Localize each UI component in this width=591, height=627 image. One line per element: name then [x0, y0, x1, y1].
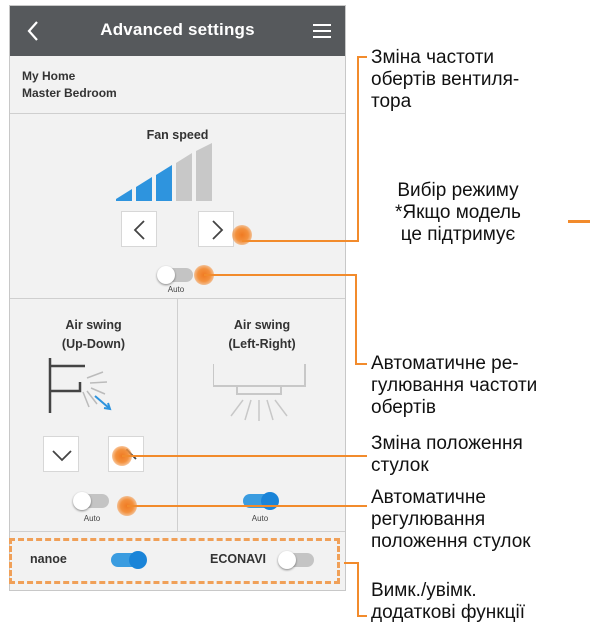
- annotation-auto-fan: Автоматичне ре- гулювання частоти оберті…: [371, 353, 538, 418]
- air-swing-ud-auto-label: Auto: [83, 514, 101, 523]
- room-name: Master Bedroom: [22, 86, 117, 100]
- air-swing-up-down-icon: [48, 358, 112, 413]
- air-swing-ud-auto-toggle[interactable]: [73, 492, 109, 510]
- callout-line: [344, 562, 358, 564]
- callout-line: [355, 274, 357, 364]
- divider: [10, 113, 345, 114]
- annotation-mode-select: Вибір режиму *Якщо модель це підтримує: [395, 180, 521, 245]
- chevron-down-icon: [52, 450, 72, 462]
- fan-speed-increase-button[interactable]: [198, 211, 234, 247]
- air-swing-left-right-icon: [213, 364, 306, 421]
- page-title: Advanced settings: [100, 20, 255, 39]
- air-swing-lr-label: Air swing (Left-Right): [228, 318, 296, 351]
- annotation-fan-change: Зміна частоти обертів вентиля- тора: [371, 47, 520, 112]
- annotation-louver-change: Зміна положення стулок: [371, 433, 523, 476]
- fan-speed-level-icon: [116, 143, 212, 201]
- hamburger-menu-icon[interactable]: [313, 23, 331, 44]
- divider: [10, 531, 345, 532]
- phone-screen: Advanced settings My Home Master Bedroom…: [9, 5, 346, 591]
- fan-auto-toggle[interactable]: [157, 266, 193, 284]
- air-swing-ud-down-button[interactable]: [43, 436, 79, 472]
- callout-line: [355, 363, 367, 365]
- fan-speed-decrease-button[interactable]: [121, 211, 157, 247]
- callout-line: [568, 220, 590, 223]
- extra-functions-highlight: [9, 538, 340, 584]
- callout-line: [127, 505, 367, 507]
- callout-line: [357, 615, 367, 617]
- annotation-extra-functions: Вимк./увімк. додаткові функції: [371, 580, 525, 623]
- chevron-left-icon: [133, 220, 145, 240]
- callout-line: [242, 240, 359, 242]
- fan-auto-label: Auto: [167, 285, 185, 294]
- top-bar: Advanced settings: [10, 6, 345, 56]
- callout-line: [122, 455, 367, 457]
- callout-line: [357, 56, 367, 58]
- highlight-dot: [232, 225, 252, 245]
- home-name: My Home: [22, 69, 76, 83]
- air-swing-lr-auto-label: Auto: [251, 514, 269, 523]
- callout-line: [357, 562, 359, 617]
- annotation-auto-louver: Автоматичне регулювання положення стулок: [371, 487, 531, 552]
- location-info: My Home Master Bedroom: [22, 68, 117, 102]
- callout-line: [204, 274, 357, 276]
- callout-line: [357, 56, 359, 242]
- chevron-right-icon: [212, 220, 224, 240]
- air-swing-ud-label: Air swing (Up-Down): [61, 318, 126, 351]
